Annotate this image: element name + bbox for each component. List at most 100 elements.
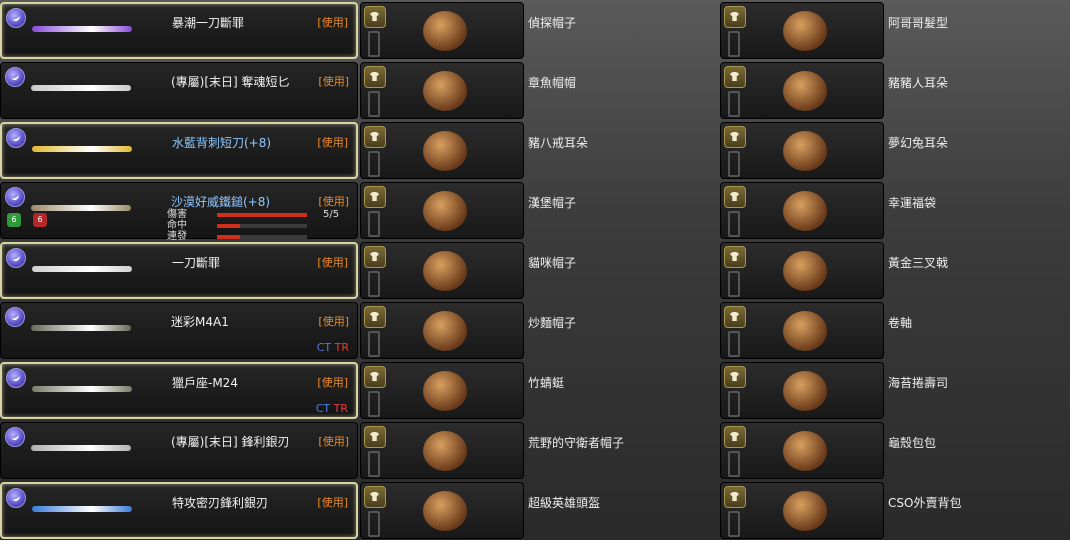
use-button[interactable]: [使用] bbox=[318, 313, 349, 329]
lucky-bag-icon bbox=[783, 191, 827, 231]
weapon-type-icon bbox=[5, 67, 25, 87]
slot-peg-icon bbox=[728, 511, 740, 537]
scroll-icon bbox=[783, 311, 827, 351]
item-slot[interactable] bbox=[720, 122, 884, 179]
use-button[interactable]: [使用] bbox=[317, 14, 348, 30]
stat-label: 傷害 bbox=[167, 209, 187, 220]
item-slot[interactable] bbox=[720, 362, 884, 419]
shirt-icon bbox=[364, 306, 386, 328]
weapon-image bbox=[32, 146, 132, 152]
weapon-image bbox=[32, 266, 132, 272]
team-tags: CT TR bbox=[316, 402, 348, 415]
use-button[interactable]: [使用] bbox=[318, 433, 349, 449]
use-button[interactable]: [使用] bbox=[317, 494, 348, 510]
use-button[interactable]: [使用] bbox=[317, 254, 348, 270]
item-slot[interactable] bbox=[360, 242, 524, 299]
slot-peg-icon bbox=[728, 31, 740, 57]
hero-helmet-icon bbox=[423, 491, 467, 531]
sushi-icon bbox=[783, 371, 827, 411]
item-slot[interactable] bbox=[360, 62, 524, 119]
item-slot[interactable] bbox=[360, 122, 524, 179]
slot-peg-icon bbox=[728, 211, 740, 237]
weapon-stats: 傷害 命中 連發 bbox=[167, 209, 317, 242]
item-slot[interactable] bbox=[720, 482, 884, 539]
item-slot[interactable] bbox=[720, 242, 884, 299]
item-slot[interactable] bbox=[720, 182, 884, 239]
shirt-icon bbox=[724, 6, 746, 28]
burger-hat-icon bbox=[423, 191, 467, 231]
use-button[interactable]: [使用] bbox=[318, 73, 349, 89]
use-button[interactable]: [使用] bbox=[317, 134, 348, 150]
weapon-image bbox=[31, 325, 131, 331]
slot-peg-icon bbox=[368, 331, 380, 357]
pink-ears-icon bbox=[783, 71, 827, 111]
item-slot[interactable] bbox=[720, 62, 884, 119]
weapon-slot[interactable]: (專屬)[末日] 鋒利銀刃 [使用] bbox=[0, 422, 358, 479]
item-name: 漢堡帽子 bbox=[528, 196, 577, 210]
item-slot[interactable] bbox=[360, 182, 524, 239]
weapon-image bbox=[31, 445, 131, 451]
weapon-slot[interactable]: 獵戶座-M24 [使用] CT TR bbox=[0, 362, 358, 419]
item-name: 幸運福袋 bbox=[888, 196, 937, 210]
weapon-slot[interactable]: 水藍背刺短刀(+8) [使用] bbox=[0, 122, 358, 179]
weapon-type-icon bbox=[5, 187, 25, 207]
team-ct-tag: CT bbox=[316, 341, 332, 354]
weapon-type-icon bbox=[6, 128, 26, 148]
stat-bar-fill bbox=[217, 224, 240, 228]
item-name: 豬豬人耳朵 bbox=[888, 76, 949, 90]
shirt-icon bbox=[724, 486, 746, 508]
delivery-box-icon bbox=[783, 491, 827, 531]
weapon-slot[interactable]: 一刀斷罪 [使用] bbox=[0, 242, 358, 299]
item-name: 超級英雄頭盔 bbox=[528, 496, 601, 510]
stat-badge-red: 6 bbox=[33, 213, 47, 227]
team-ct-tag: CT bbox=[315, 402, 331, 415]
shirt-icon bbox=[724, 366, 746, 388]
stat-label: 連發 bbox=[167, 231, 187, 242]
slot-peg-icon bbox=[368, 91, 380, 117]
item-slot[interactable] bbox=[360, 302, 524, 359]
weapon-image bbox=[32, 386, 132, 392]
team-tr-tag: TR bbox=[334, 341, 349, 354]
weapon-name: 特攻密刃鋒利銀刃 bbox=[172, 496, 269, 510]
weapon-name: (專屬)[末日] 鋒利銀刃 bbox=[171, 435, 290, 449]
slot-peg-icon bbox=[368, 271, 380, 297]
weapon-name: 迷彩M4A1 bbox=[171, 315, 229, 329]
item-name: 偵探帽子 bbox=[528, 16, 577, 30]
weapon-slot[interactable]: 特攻密刃鋒利銀刃 [使用] bbox=[0, 482, 358, 539]
weapon-type-icon bbox=[6, 8, 26, 28]
team-tags: CT TR bbox=[317, 341, 349, 354]
item-list-accessories: 阿哥哥髮型 豬豬人耳朵 夢幻兔耳朵 幸運福袋 黃金三叉戟 卷軸 海苔捲壽司 龜殼包包 CSO外賣… bbox=[720, 0, 1070, 540]
use-button[interactable]: [使用] bbox=[318, 193, 349, 209]
item-slot[interactable] bbox=[720, 302, 884, 359]
weapon-slot[interactable]: 沙漠好威鐵鎚(+8) [使用] 傷害 命中 連發 5/5 6 6 bbox=[0, 182, 358, 242]
slot-peg-icon bbox=[368, 31, 380, 57]
slot-peg-icon bbox=[728, 451, 740, 477]
shirt-icon bbox=[724, 186, 746, 208]
item-name: 夢幻兔耳朵 bbox=[888, 136, 949, 150]
item-slot[interactable] bbox=[720, 2, 884, 59]
turtle-shell-icon bbox=[783, 431, 827, 471]
item-slot[interactable] bbox=[360, 362, 524, 419]
detective-hat-icon bbox=[423, 11, 467, 51]
shirt-icon bbox=[724, 426, 746, 448]
weapon-image bbox=[31, 205, 131, 211]
noodle-hat-icon bbox=[423, 311, 467, 351]
golden-trident-icon bbox=[783, 251, 827, 291]
item-slot[interactable] bbox=[360, 2, 524, 59]
item-slot[interactable] bbox=[360, 422, 524, 479]
weapon-slot[interactable]: 暴潮一刀斷罪 [使用] bbox=[0, 2, 358, 59]
item-name: 海苔捲壽司 bbox=[888, 376, 949, 390]
weapon-type-icon bbox=[6, 248, 26, 268]
item-slot[interactable] bbox=[720, 422, 884, 479]
shirt-icon bbox=[364, 186, 386, 208]
stat-badge-green: 6 bbox=[7, 213, 21, 227]
item-slot[interactable] bbox=[360, 482, 524, 539]
weapon-slot[interactable]: (專屬)[末日] 奪魂短匕 [使用] bbox=[0, 62, 358, 119]
use-button[interactable]: [使用] bbox=[317, 374, 348, 390]
weapon-image bbox=[32, 506, 132, 512]
weapon-type-icon bbox=[5, 307, 25, 327]
shirt-icon bbox=[364, 486, 386, 508]
shirt-icon bbox=[364, 126, 386, 148]
weapon-slot[interactable]: 迷彩M4A1 [使用] CT TR bbox=[0, 302, 358, 359]
slot-peg-icon bbox=[728, 271, 740, 297]
